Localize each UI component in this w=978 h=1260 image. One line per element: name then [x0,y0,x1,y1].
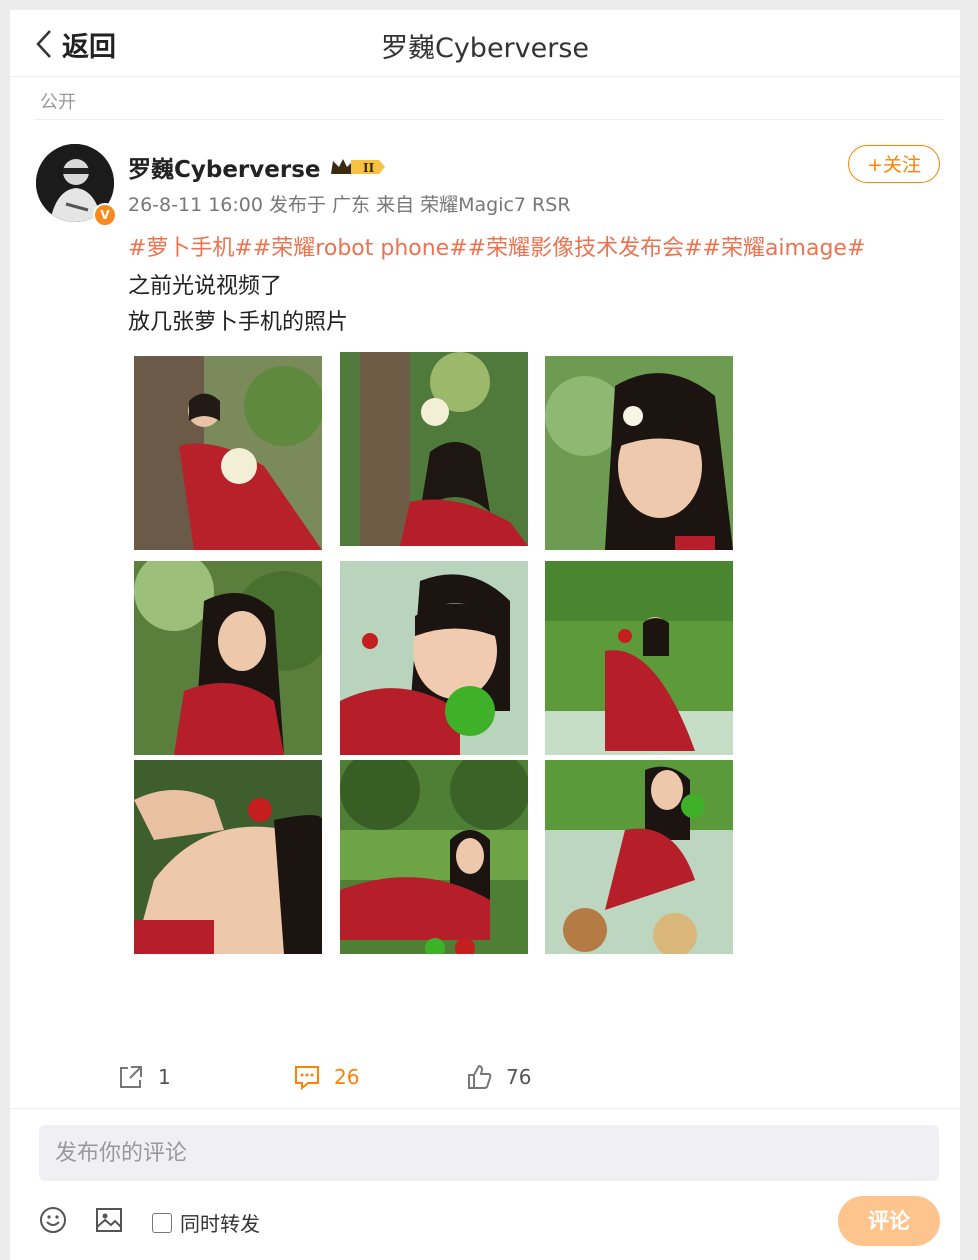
crown-badge-icon: II [330,159,385,175]
page-title: 罗巍Cyberverse [380,33,590,64]
verified-badge: V [93,203,117,227]
submit-comment-button[interactable]: 评论 [838,1196,940,1246]
photo-thumbnail[interactable] [545,356,733,550]
author-name-row[interactable]: 罗巍Cyberverse II [128,150,385,184]
photo-thumbnail[interactable] [340,352,528,546]
top-bar: 返回 罗巍Cyberverse [10,10,960,77]
post-card: 返回 罗巍Cyberverse 公开 V 罗巍Cyberverse II 26-… [10,10,960,1260]
comment-count: 26 [334,1065,360,1089]
comment-input[interactable] [39,1125,939,1181]
comment-button[interactable]: 26 [294,1064,359,1090]
comment-icon [295,1066,319,1090]
post-meta: 26-8-11 16:00 发布于 广东 来自 荣耀Magic7 RSR [128,194,571,216]
like-count: 76 [506,1065,532,1089]
action-bar: 1 26 76 [10,1060,960,1100]
emoji-button[interactable] [38,1205,68,1239]
photo-thumbnail[interactable] [134,760,322,954]
emoji-icon [40,1207,66,1233]
photo-thumbnail[interactable] [545,561,733,755]
photo-thumbnail[interactable] [134,356,322,550]
repost-label: 同时转发 [180,1212,260,1236]
post-text-line: 之前光说视频了 [128,274,283,299]
photo-thumbnail[interactable] [340,561,528,755]
share-icon [120,1066,142,1088]
post-text-line: 放几张萝卜手机的照片 [128,310,349,335]
visibility-label: 公开 [40,92,76,113]
image-button[interactable] [94,1205,124,1239]
like-button[interactable]: 76 [466,1064,531,1090]
repost-checkbox[interactable]: 同时转发 [152,1208,260,1237]
photo-thumbnail[interactable] [545,760,733,954]
checkbox[interactable] [152,1212,172,1233]
divider [34,119,944,120]
photo-thumbnail[interactable] [340,760,528,954]
photo-thumbnail[interactable] [134,561,322,755]
image-icon [96,1208,122,1232]
share-button[interactable]: 1 [118,1064,171,1090]
author-name[interactable]: 罗巍Cyberverse [128,150,321,184]
follow-button[interactable]: +关注 [848,145,940,183]
hashtag-line[interactable]: #萝卜手机##荣耀robot phone##荣耀影像技术发布会##荣耀aimag… [128,230,865,262]
level-badge: II [363,161,375,175]
like-icon [468,1064,492,1089]
divider [10,1108,960,1109]
repost-count: 1 [158,1065,171,1089]
